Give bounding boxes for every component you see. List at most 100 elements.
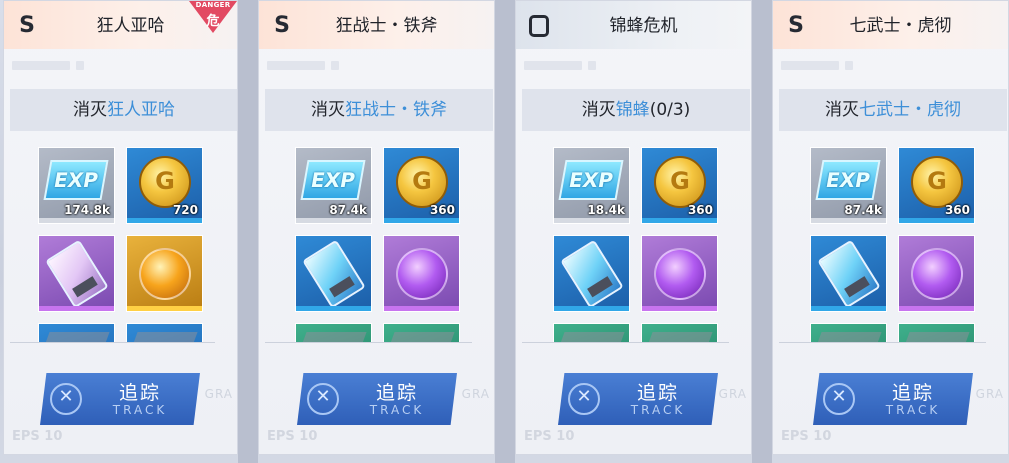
mission-card[interactable]: S 狂人亚哈 DANGER 危 消灭狂人亚哈 EXP 174.8k G 720 (3, 0, 238, 455)
objective-banner: 消灭狂人亚哈 (10, 89, 237, 131)
mission-card[interactable]: S 狂战士・铁斧 消灭狂战士・铁斧 EXP 87.4k G 360 ✕ 追踪 T… (258, 0, 495, 455)
track-label: 追踪 (118, 382, 161, 404)
objective-progress: (0/3) (649, 100, 691, 120)
eps-label: EPS 10 (524, 429, 575, 444)
reward-qty: 360 (429, 203, 455, 217)
coin-icon: G (139, 156, 191, 208)
track-button[interactable]: ✕ 追踪 TRACK (558, 373, 718, 425)
reward-partial[interactable] (553, 323, 630, 343)
chip-icon (302, 239, 366, 309)
reward-partial[interactable] (810, 323, 887, 343)
reward-orb[interactable] (126, 235, 203, 312)
exp-icon: EXP (815, 160, 881, 200)
objective-banner: 消灭锦蜂(0/3) (522, 89, 750, 131)
reward-exp[interactable]: EXP 174.8k (38, 147, 115, 224)
objective-banner: 消灭七武士・虎彻 (779, 89, 1007, 131)
orb-icon (139, 248, 191, 300)
objective-text: 消灭狂人亚哈 (10, 89, 237, 131)
track-label: 追踪 (375, 382, 418, 404)
reward-partial[interactable] (38, 323, 115, 343)
reward-partial[interactable] (295, 323, 372, 343)
reward-qty: 18.4k (587, 203, 625, 217)
objective-target: 狂人亚哈 (107, 100, 175, 120)
track-icon: ✕ (50, 383, 82, 415)
background-gap (495, 0, 515, 463)
divider (522, 342, 729, 343)
rank-badge: S (788, 13, 804, 38)
objective-target: 锦蜂 (615, 100, 650, 120)
rewards-grid: EXP 87.4k G 360 (259, 141, 494, 343)
reward-qty: 720 (172, 203, 198, 217)
reward-qty: 360 (944, 203, 970, 217)
reward-qty: 174.8k (64, 203, 110, 217)
decorative-bars (781, 59, 1001, 79)
reward-orb[interactable] (898, 235, 975, 312)
divider (10, 342, 215, 343)
watermark: GRA (204, 387, 233, 401)
reward-partial[interactable] (126, 323, 203, 343)
reward-chip[interactable] (38, 235, 115, 312)
track-sublabel: TRACK (885, 403, 941, 417)
reward-chip[interactable] (810, 235, 887, 312)
reward-orb[interactable] (383, 235, 460, 312)
track-sublabel: TRACK (112, 403, 168, 417)
track-button[interactable]: ✕ 追踪 TRACK (813, 373, 973, 425)
card-title: 狂战士・铁斧 (335, 16, 438, 36)
watermark: GRA (718, 387, 747, 401)
danger-label: DANGER (195, 1, 231, 9)
reward-exp[interactable]: EXP 18.4k (553, 147, 630, 224)
objective-prefix: 消灭 (73, 100, 107, 120)
track-label: 追踪 (891, 382, 934, 404)
reward-coin[interactable]: G 360 (641, 147, 718, 224)
reward-coin[interactable]: G 720 (126, 147, 203, 224)
rank-badge: D (529, 15, 549, 37)
reward-exp[interactable]: EXP 87.4k (810, 147, 887, 224)
reward-qty: 87.4k (844, 203, 882, 217)
rank-badge: S (274, 13, 290, 38)
chip-icon (45, 239, 109, 309)
background-gap (752, 0, 772, 463)
card-header: S 狂人亚哈 DANGER 危 (4, 1, 237, 49)
exp-icon: EXP (43, 160, 109, 200)
track-icon: ✕ (568, 383, 600, 415)
watermark: GRA (975, 387, 1004, 401)
eps-label: EPS 10 (267, 429, 318, 444)
reward-exp[interactable]: EXP 87.4k (295, 147, 372, 224)
track-sublabel: TRACK (630, 403, 686, 417)
reward-coin[interactable]: G 360 (383, 147, 460, 224)
mission-card[interactable]: D 锦蜂危机 消灭锦蜂(0/3) EXP 18.4k G 360 (515, 0, 752, 455)
danger-tag: DANGER 危 (189, 1, 237, 35)
reward-partial[interactable] (641, 323, 718, 343)
reward-partial[interactable] (898, 323, 975, 343)
objective-banner: 消灭狂战士・铁斧 (265, 89, 493, 131)
track-sublabel: TRACK (369, 403, 425, 417)
eps-label: EPS 10 (12, 429, 63, 444)
objective-prefix: 消灭 (825, 100, 859, 120)
orb-icon (911, 248, 963, 300)
track-button[interactable]: ✕ 追踪 TRACK (297, 373, 457, 425)
reward-chip[interactable] (553, 235, 630, 312)
reward-partial[interactable] (383, 323, 460, 343)
reward-coin[interactable]: G 360 (898, 147, 975, 224)
coin-icon: G (654, 156, 706, 208)
exp-icon: EXP (300, 160, 366, 200)
rewards-grid: EXP 174.8k G 720 (4, 141, 237, 343)
track-icon: ✕ (823, 383, 855, 415)
track-button[interactable]: ✕ 追踪 TRACK (40, 373, 200, 425)
danger-glyph: 危 (206, 14, 220, 29)
divider (265, 342, 472, 343)
orb-icon (396, 248, 448, 300)
mission-card[interactable]: S 七武士・虎彻 消灭七武士・虎彻 EXP 87.4k G 360 ✕ 追踪 T… (772, 0, 1009, 455)
track-icon: ✕ (307, 383, 339, 415)
card-header: D 锦蜂危机 (516, 1, 751, 49)
exp-icon: EXP (558, 160, 624, 200)
watermark: GRA (461, 387, 490, 401)
objective-text: 消灭七武士・虎彻 (779, 89, 1007, 131)
objective-text: 消灭狂战士・铁斧 (265, 89, 493, 131)
reward-orb[interactable] (641, 235, 718, 312)
coin-icon: G (911, 156, 963, 208)
decorative-bars (267, 59, 487, 79)
background-gap (238, 0, 258, 463)
reward-chip[interactable] (295, 235, 372, 312)
decorative-bars (12, 59, 232, 79)
